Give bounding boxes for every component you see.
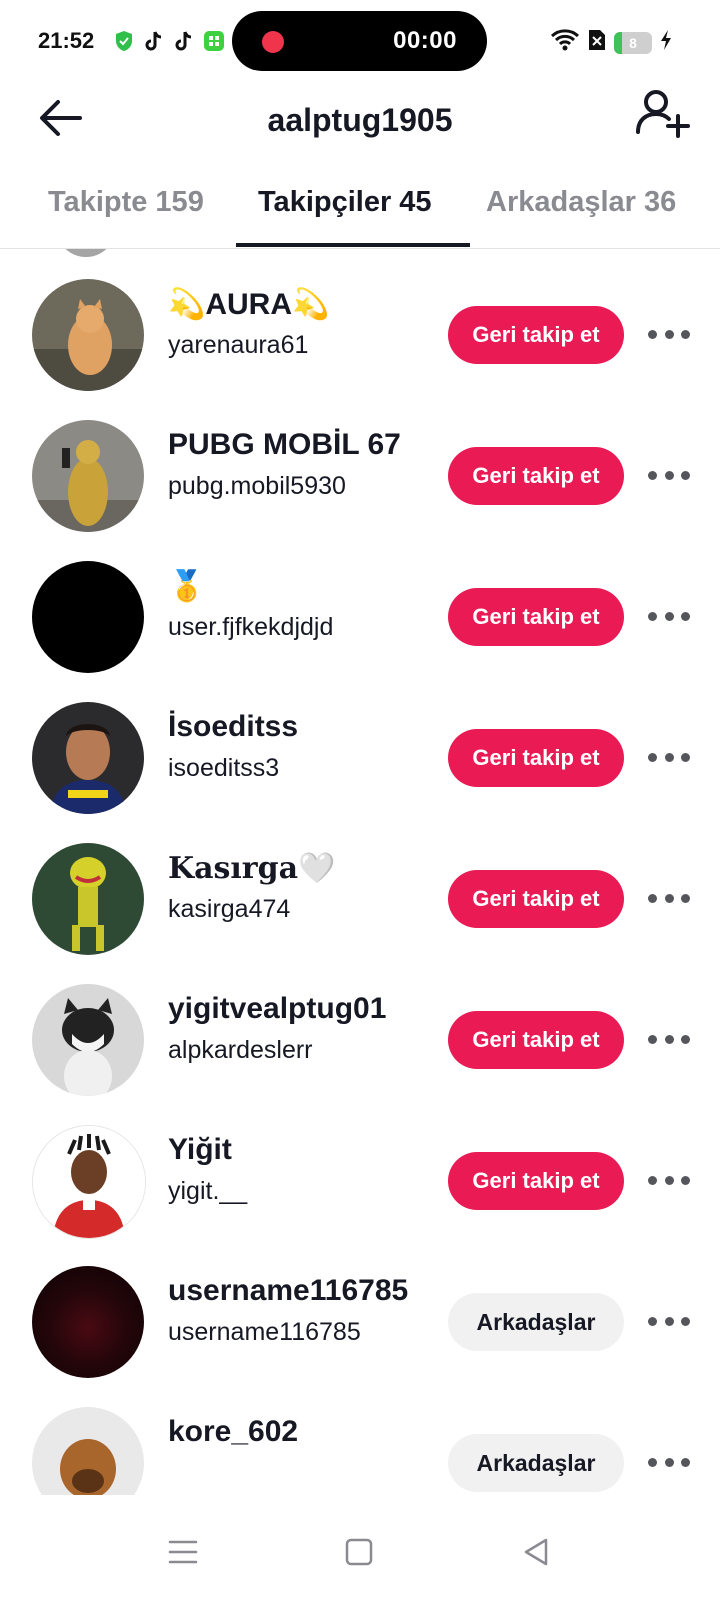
list-item[interactable]: username116785 username116785 Arkadaşlar [0, 1236, 720, 1380]
charging-icon [660, 29, 672, 56]
more-options-icon[interactable] [648, 1311, 690, 1331]
username: yarenaura61 [168, 331, 309, 359]
list-item[interactable]: PUBG MOBİL 67 pubg.mobil5930 Geri takip … [0, 390, 720, 534]
tiktok-icon [173, 30, 195, 52]
tab-followers[interactable]: Takipçiler 45 [258, 186, 432, 219]
username: alpkardeslerr [168, 1036, 313, 1064]
username: yigit.__ [168, 1177, 248, 1205]
friends-button[interactable]: Arkadaşlar [448, 1293, 624, 1351]
list-item[interactable]: Yiğit yigit.__ Geri takip et [0, 1095, 720, 1239]
status-bar: 21:52 00:00 8 [0, 0, 720, 84]
battery-icon: 8 [614, 31, 652, 54]
list-item[interactable]: kore_602 Arkadaşlar [0, 1377, 720, 1495]
username: kasirga474 [168, 895, 291, 923]
more-options-icon[interactable] [648, 747, 690, 767]
display-name: 💫AURA💫 [168, 288, 330, 321]
display-name: username116785 [168, 1274, 409, 1307]
more-options-icon[interactable] [648, 1170, 690, 1190]
avatar[interactable] [32, 561, 144, 673]
list-item[interactable]: 💫AURA💫 yarenaura61 Geri takip et [0, 249, 720, 393]
add-user-icon[interactable] [632, 86, 692, 146]
tab-friends[interactable]: Arkadaşlar 36 [486, 186, 676, 219]
username: isoeditss3 [168, 754, 280, 782]
display-name: yigitvealptug01 [168, 992, 387, 1025]
username: pubg.mobil5930 [168, 472, 346, 500]
more-options-icon[interactable] [648, 888, 690, 908]
screen-recording-pill[interactable]: 00:00 [232, 11, 487, 71]
follow-back-button[interactable]: Geri takip et [448, 447, 624, 505]
followers-list[interactable]: 💫AURA💫 yarenaura61 Geri takip et PUBG MO… [0, 249, 720, 1495]
tab-bar: Takipte 159 Takipçiler 45 Arkadaşlar 36 [0, 170, 720, 249]
avatar[interactable] [32, 984, 144, 1096]
app-grid-icon [203, 30, 225, 52]
system-icons: 8 [550, 28, 672, 57]
list-item[interactable]: Kasırga🤍 kasirga474 Geri takip et [0, 813, 720, 957]
top-header: aalptug1905 [0, 84, 720, 164]
follow-back-button[interactable]: Geri takip et [448, 1011, 624, 1069]
status-time: 21:52 [38, 28, 95, 53]
friends-button[interactable]: Arkadaşlar [448, 1434, 624, 1492]
follow-back-button[interactable]: Geri takip et [448, 306, 624, 364]
more-options-icon[interactable] [648, 324, 690, 344]
active-tab-indicator [236, 243, 470, 247]
avatar[interactable] [32, 843, 144, 955]
follow-back-button[interactable]: Geri takip et [448, 1152, 624, 1210]
list-item[interactable]: 🥇 user.fjfkekdjdjd Geri takip et [0, 531, 720, 675]
system-nav-bar [0, 1495, 720, 1600]
display-name: PUBG MOBİL 67 [168, 428, 401, 461]
avatar[interactable] [32, 1125, 146, 1239]
display-name: kore_602 [168, 1415, 299, 1448]
back-triangle-icon[interactable] [520, 1535, 554, 1569]
display-name: İsoeditss [168, 710, 299, 743]
username: user.fjfkekdjdjd [168, 613, 334, 641]
display-name: Yiğit [168, 1133, 232, 1166]
follow-back-button[interactable]: Geri takip et [448, 729, 624, 787]
notification-icons [113, 30, 225, 52]
avatar[interactable] [32, 420, 144, 532]
wifi-icon [550, 28, 580, 57]
no-sim-icon [588, 29, 606, 56]
recording-timer: 00:00 [393, 27, 457, 54]
more-options-icon[interactable] [648, 1029, 690, 1049]
avatar[interactable] [32, 1407, 144, 1495]
avatar[interactable] [32, 702, 144, 814]
home-square-icon[interactable] [342, 1535, 376, 1569]
list-item[interactable]: yigitvealptug01 alpkardeslerr Geri takip… [0, 954, 720, 1098]
list-item[interactable]: İsoeditss isoeditss3 Geri takip et [0, 672, 720, 816]
tiktok-icon [143, 30, 165, 52]
more-options-icon[interactable] [648, 465, 690, 485]
tab-following[interactable]: Takipte 159 [48, 186, 204, 219]
record-dot-icon [262, 31, 284, 53]
display-name: Kasırga🤍 [168, 851, 336, 886]
page-title: aalptug1905 [267, 102, 453, 138]
follow-back-button[interactable]: Geri takip et [448, 870, 624, 928]
menu-icon[interactable] [166, 1535, 200, 1569]
avatar[interactable] [32, 279, 144, 391]
more-options-icon[interactable] [648, 606, 690, 626]
avatar[interactable] [32, 1266, 144, 1378]
shield-icon [113, 30, 135, 52]
username: username116785 [168, 1318, 361, 1346]
follow-back-button[interactable]: Geri takip et [448, 588, 624, 646]
more-options-icon[interactable] [648, 1452, 690, 1472]
display-name: 🥇 [168, 570, 206, 603]
